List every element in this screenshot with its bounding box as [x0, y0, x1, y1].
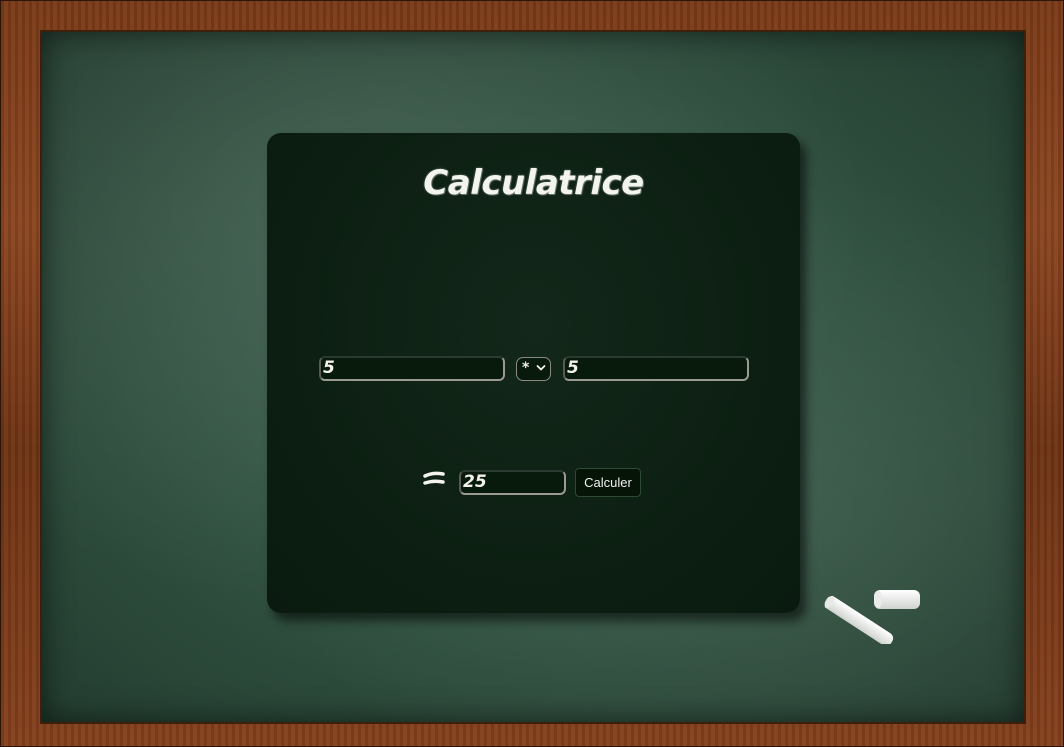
operand-b-input[interactable]: 5	[563, 356, 749, 381]
result-field[interactable]: 25	[459, 470, 566, 495]
operand-a-input[interactable]: 5	[319, 356, 505, 381]
chevron-down-icon	[536, 365, 546, 371]
page-title: Calculatrice	[423, 163, 644, 203]
chalk-pieces	[824, 590, 920, 644]
calculator-panel: Calculatrice 5 * 5 25 Calculer	[267, 133, 800, 613]
equals-icon	[423, 471, 445, 485]
calculate-button[interactable]: Calculer	[575, 468, 641, 497]
operator-select[interactable]: *	[516, 357, 551, 381]
operator-value: *	[522, 360, 530, 376]
